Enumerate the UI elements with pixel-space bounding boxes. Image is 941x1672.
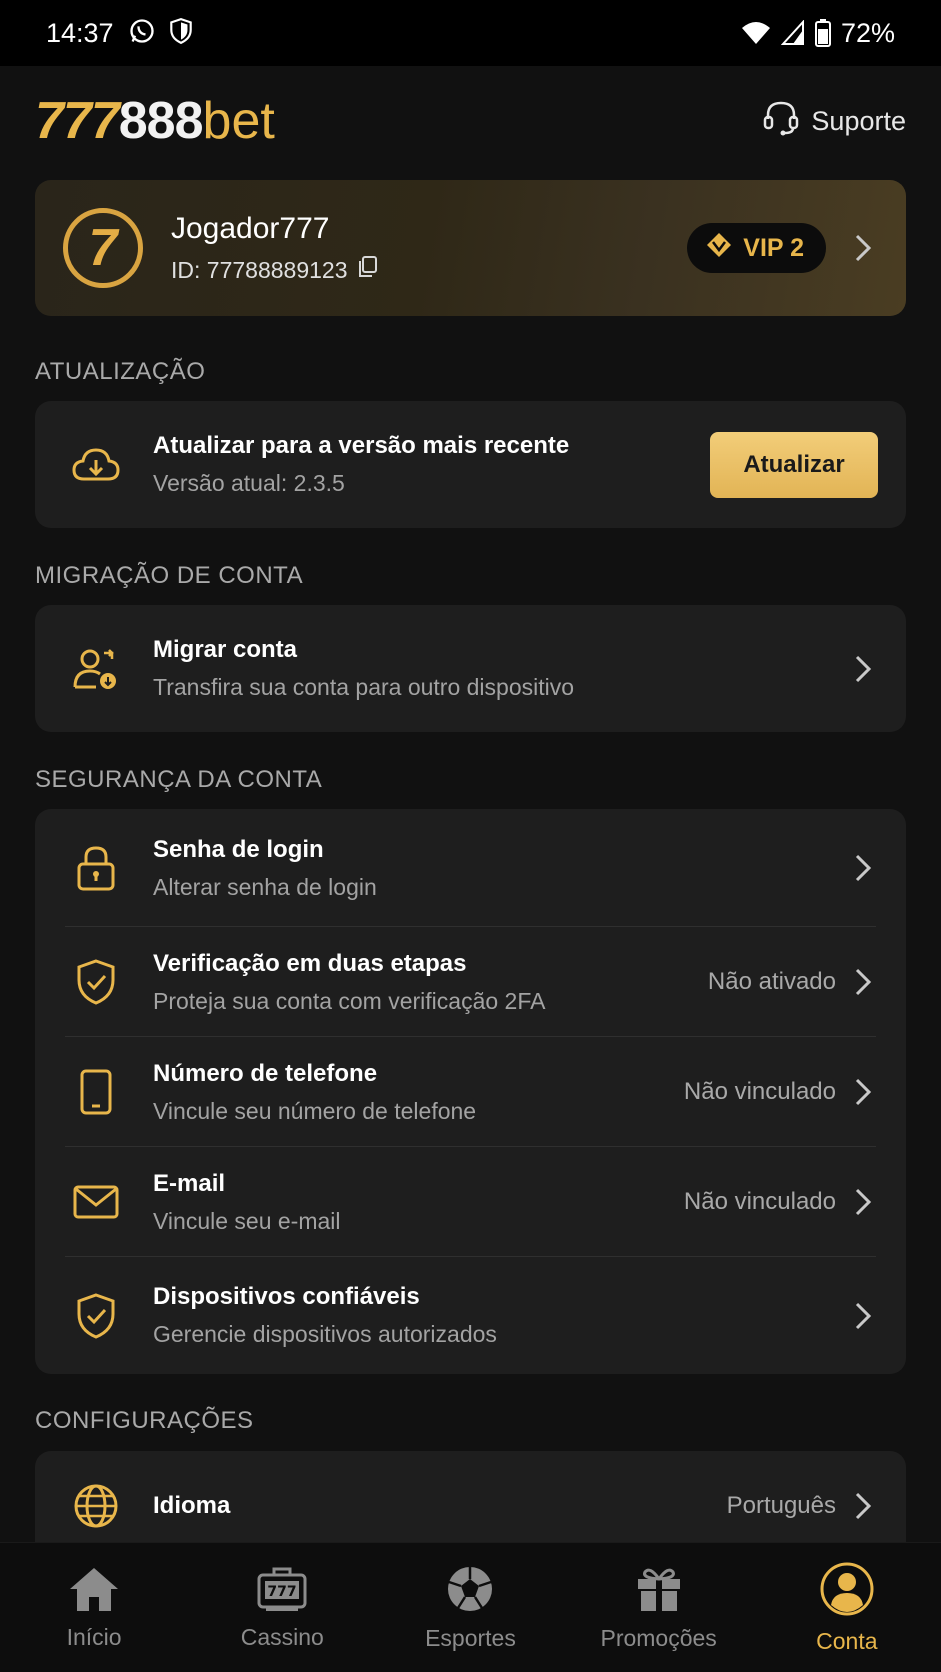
svg-text:777: 777 <box>268 1584 297 1600</box>
migrate-sub: Transfira sua conta para outro dispositi… <box>153 674 575 700</box>
row-title: Senha de login <box>153 835 324 863</box>
section-title-migration: MIGRAÇÃO DE CONTA <box>35 562 304 589</box>
phone-status: Não vinculado <box>683 1078 836 1105</box>
home-icon <box>68 1565 120 1618</box>
chevron-right-icon <box>848 1077 878 1107</box>
nav-label: Esportes <box>425 1624 516 1651</box>
avatar: 7 <box>63 208 143 288</box>
shield-status-icon <box>168 17 194 50</box>
whatsapp-icon <box>128 17 156 50</box>
update-button[interactable]: Atualizar <box>710 431 878 498</box>
profile-card[interactable]: 7 Jogador777 ID: 77788889123 VIP 2 <box>35 180 906 316</box>
update-title: Atualizar para a versão mais recente <box>153 432 570 459</box>
chevron-right-icon <box>848 853 878 883</box>
vip-label: VIP 2 <box>743 233 804 262</box>
migrate-title: Migrar conta <box>153 636 298 663</box>
two-factor-row[interactable]: Verificação em duas etapas Proteja sua c… <box>35 927 906 1037</box>
language-title: Idioma <box>153 1492 231 1519</box>
logo-part-3: bet <box>202 92 275 150</box>
trusted-devices-row[interactable]: Dispositivos confiáveis Gerencie disposi… <box>35 1257 906 1374</box>
nav-item-promocoes[interactable]: Promoções <box>569 1564 749 1652</box>
email-row[interactable]: E-mail Vincule seu e-mail Não vinculado <box>35 1147 906 1257</box>
chevron-right-icon <box>848 1491 878 1521</box>
logo-part-1: 777 <box>35 92 120 150</box>
row-title: Número de telefone <box>153 1059 378 1087</box>
status-time: 14:37 <box>46 17 114 48</box>
logo-part-2: 888 <box>118 92 204 150</box>
bottom-nav: Início 777 Cassino Esportes Promoções Co… <box>0 1542 941 1672</box>
copy-icon[interactable] <box>358 256 378 284</box>
mail-icon <box>71 1177 121 1227</box>
update-card: Atualizar para a versão mais recente Ver… <box>35 401 906 528</box>
nav-label: Conta <box>816 1627 878 1654</box>
support-button[interactable]: Suporte <box>763 99 906 144</box>
row-sub: Vincule seu e-mail <box>153 1207 341 1234</box>
section-title-settings: CONFIGURAÇÕES <box>35 1407 254 1434</box>
profile-name: Jogador777 <box>171 212 330 245</box>
wifi-icon <box>741 20 771 46</box>
security-card: Senha de login Alterar senha de login Ve… <box>35 809 906 1374</box>
shield-check-icon <box>71 957 121 1007</box>
vip-diamond-icon <box>705 231 733 266</box>
update-version: Versão atual: 2.3.5 <box>153 470 345 496</box>
status-bar: 14:37 72% <box>0 0 941 66</box>
soccer-ball-icon <box>445 1564 495 1619</box>
profile-id: ID: 77788889123 <box>171 256 348 283</box>
nav-label: Início <box>66 1623 122 1650</box>
gift-icon <box>634 1564 684 1619</box>
chevron-right-icon <box>848 1301 878 1331</box>
globe-icon <box>71 1481 121 1531</box>
app-header: 777 888 bet Suporte <box>35 86 906 156</box>
support-label: Suporte <box>811 105 906 136</box>
migrate-account-row[interactable]: Migrar conta Transfira sua conta para ou… <box>35 605 906 732</box>
nav-label: Promoções <box>600 1624 717 1651</box>
row-sub: Gerencie dispositivos autorizados <box>153 1321 497 1347</box>
section-title-security: SEGURANÇA DA CONTA <box>35 766 323 793</box>
lock-icon <box>71 843 121 893</box>
battery-icon <box>814 19 831 47</box>
row-title: Verificação em duas etapas <box>153 949 467 977</box>
user-icon <box>819 1561 875 1622</box>
nav-label: Cassino <box>240 1623 324 1650</box>
section-title-update: ATUALIZAÇÃO <box>35 358 206 385</box>
two-factor-status: Não ativado <box>707 968 836 995</box>
battery-percent: 72% <box>840 17 895 48</box>
language-value: Português <box>726 1492 836 1519</box>
login-password-row[interactable]: Senha de login Alterar senha de login <box>35 809 906 927</box>
migration-card: Migrar conta Transfira sua conta para ou… <box>35 605 906 732</box>
phone-icon <box>71 1067 121 1117</box>
vip-badge[interactable]: VIP 2 <box>687 223 826 273</box>
row-sub: Alterar senha de login <box>153 873 377 900</box>
nav-item-cassino[interactable]: 777 Cassino <box>192 1565 372 1651</box>
user-transfer-icon <box>71 644 121 694</box>
signal-icon <box>780 20 805 46</box>
chevron-right-icon <box>848 1187 878 1217</box>
email-status: Não vinculado <box>683 1188 836 1215</box>
shield-check-icon <box>71 1291 121 1341</box>
nav-item-conta[interactable]: Conta <box>757 1561 937 1655</box>
nav-item-inicio[interactable]: Início <box>4 1565 184 1651</box>
headset-icon <box>763 99 799 144</box>
row-title: Dispositivos confiáveis <box>153 1283 420 1310</box>
row-sub: Proteja sua conta com verificação 2FA <box>153 987 546 1014</box>
row-sub: Vincule seu número de telefone <box>153 1097 477 1124</box>
chevron-right-icon <box>848 654 878 684</box>
chevron-right-icon <box>848 967 878 997</box>
phone-number-row[interactable]: Número de telefone Vincule seu número de… <box>35 1037 906 1147</box>
cloud-download-icon <box>71 440 121 490</box>
row-title: E-mail <box>153 1169 226 1197</box>
brand-logo[interactable]: 777 888 bet <box>35 91 275 151</box>
nav-item-esportes[interactable]: Esportes <box>380 1564 560 1652</box>
chevron-right-icon <box>848 233 878 263</box>
slot-machine-icon: 777 <box>256 1565 308 1618</box>
